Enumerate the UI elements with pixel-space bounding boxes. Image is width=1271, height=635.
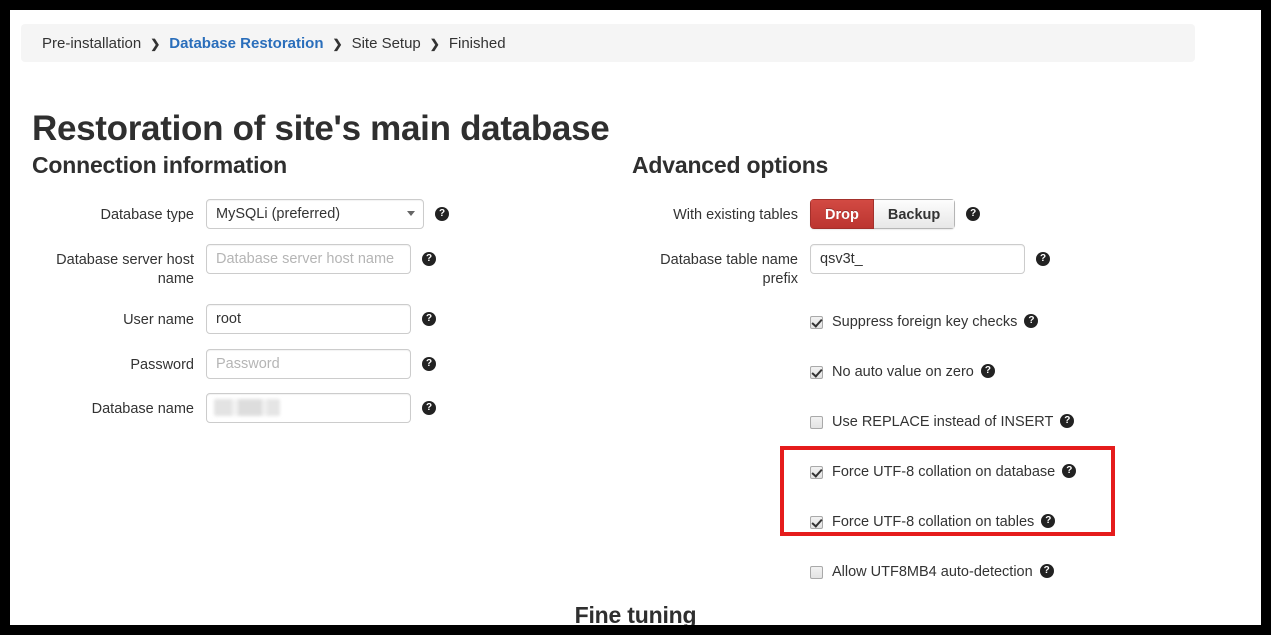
- existing-tables-backup-button[interactable]: Backup: [873, 199, 956, 229]
- checkbox-row-use-replace-instead-of-insert[interactable]: Use REPLACE instead of INSERT ?: [810, 411, 1132, 433]
- field-row-table-prefix: Database table name prefix ?: [632, 244, 1132, 289]
- field-row-existing-tables: With existing tables Drop Backup ?: [632, 199, 1132, 229]
- page-title: Restoration of site's main database: [32, 109, 610, 149]
- label-user-name: User name: [123, 312, 194, 328]
- database-type-select-wrapper[interactable]: [206, 199, 424, 229]
- help-icon-table-prefix[interactable]: ?: [1036, 252, 1050, 266]
- checkbox-label-no-auto-value-on-zero: No auto value on zero: [832, 364, 974, 380]
- field-row-database-type: Database type ?: [32, 199, 512, 229]
- user-name-input[interactable]: [206, 304, 411, 334]
- checkbox-row-no-auto-value-on-zero[interactable]: No auto value on zero ?: [810, 361, 1132, 383]
- checkbox-label-force-utf8-collation-on-database: Force UTF-8 collation on database: [832, 464, 1056, 480]
- section-title-advanced-options: Advanced options: [632, 152, 829, 178]
- page-body: Pre-installation ❯ Database Restoration …: [10, 10, 1261, 625]
- help-icon-database-type[interactable]: ?: [435, 207, 449, 221]
- checkbox-suppress-foreign-key-checks[interactable]: [810, 315, 823, 329]
- existing-tables-drop-button[interactable]: Drop: [810, 199, 874, 229]
- host-name-input[interactable]: [206, 244, 411, 274]
- field-row-user-name: User name ?: [32, 304, 512, 334]
- help-icon-password[interactable]: ?: [422, 357, 436, 371]
- breadcrumb-item-pre-installation[interactable]: Pre-installation: [42, 35, 141, 52]
- checkbox-label-allow-utf8mb4-auto-detection: Allow UTF8MB4 auto-detection: [832, 564, 1033, 580]
- checkbox-force-utf8-collation-on-tables[interactable]: [810, 515, 823, 529]
- label-host-name: Database server host name: [56, 252, 194, 287]
- help-icon-user-name[interactable]: ?: [422, 312, 436, 326]
- checkbox-force-utf8-collation-on-database[interactable]: [810, 465, 823, 479]
- screenshot-frame: Pre-installation ❯ Database Restoration …: [0, 0, 1271, 635]
- label-table-prefix: Database table name prefix: [660, 252, 798, 287]
- database-name-input-wrapper[interactable]: [206, 393, 411, 423]
- field-row-host-name: Database server host name ?: [32, 244, 512, 289]
- redacted-value-overlay: [214, 399, 280, 416]
- breadcrumb: Pre-installation ❯ Database Restoration …: [21, 24, 1195, 62]
- checkbox-label-use-replace-instead-of-insert: Use REPLACE instead of INSERT: [832, 414, 1054, 430]
- label-database-type: Database type: [100, 207, 194, 223]
- help-icon-database-name[interactable]: ?: [422, 401, 436, 415]
- database-type-select[interactable]: [206, 199, 424, 229]
- help-icon-force-utf8-collation-on-database[interactable]: ?: [1062, 464, 1077, 478]
- advanced-options-section: Advanced options With existing tables Dr…: [632, 152, 1132, 611]
- help-icon-force-utf8-collation-on-tables[interactable]: ?: [1041, 514, 1056, 528]
- password-input[interactable]: [206, 349, 411, 379]
- help-icon-use-replace-instead-of-insert[interactable]: ?: [1060, 414, 1075, 428]
- label-existing-tables: With existing tables: [673, 207, 798, 223]
- checkbox-row-force-utf8-collation-on-tables[interactable]: Force UTF-8 collation on tables ?: [810, 511, 1132, 533]
- checkbox-label-suppress-foreign-key-checks: Suppress foreign key checks: [832, 314, 1018, 330]
- label-database-name: Database name: [91, 401, 194, 417]
- checkbox-allow-utf8mb4-auto-detection[interactable]: [810, 565, 823, 579]
- breadcrumb-item-site-setup[interactable]: Site Setup: [352, 35, 421, 52]
- section-title-connection-information: Connection information: [32, 152, 287, 178]
- section-title-fine-tuning: Fine tuning: [574, 602, 697, 628]
- field-row-database-name: Database name ?: [32, 393, 512, 423]
- label-password: Password: [130, 357, 194, 373]
- chevron-right-icon: ❯: [429, 37, 440, 51]
- checkbox-row-suppress-foreign-key-checks[interactable]: Suppress foreign key checks ?: [810, 311, 1132, 333]
- checkbox-label-force-utf8-collation-on-tables: Force UTF-8 collation on tables: [832, 514, 1035, 530]
- breadcrumb-item-database-restoration[interactable]: Database Restoration: [169, 35, 323, 52]
- field-row-password: Password ?: [32, 349, 512, 379]
- help-icon-existing-tables[interactable]: ?: [966, 207, 981, 221]
- breadcrumb-item-finished[interactable]: Finished: [449, 35, 506, 52]
- checkbox-row-allow-utf8mb4-auto-detection[interactable]: Allow UTF8MB4 auto-detection ?: [810, 561, 1132, 583]
- checkbox-row-force-utf8-collation-on-database[interactable]: Force UTF-8 collation on database ?: [810, 461, 1132, 483]
- table-prefix-input[interactable]: [810, 244, 1025, 274]
- chevron-right-icon: ❯: [150, 37, 161, 51]
- help-icon-host-name[interactable]: ?: [422, 252, 436, 266]
- chevron-right-icon: ❯: [332, 37, 343, 51]
- help-icon-allow-utf8mb4-auto-detection[interactable]: ?: [1039, 564, 1054, 578]
- checkbox-use-replace-instead-of-insert[interactable]: [810, 415, 823, 429]
- connection-information-section: Connection information Database type ? D…: [32, 152, 512, 438]
- checkbox-no-auto-value-on-zero[interactable]: [810, 365, 823, 379]
- help-icon-suppress-foreign-key-checks[interactable]: ?: [1024, 314, 1039, 328]
- help-icon-no-auto-value-on-zero[interactable]: ?: [980, 364, 995, 378]
- existing-tables-toggle-group[interactable]: Drop Backup: [810, 199, 956, 229]
